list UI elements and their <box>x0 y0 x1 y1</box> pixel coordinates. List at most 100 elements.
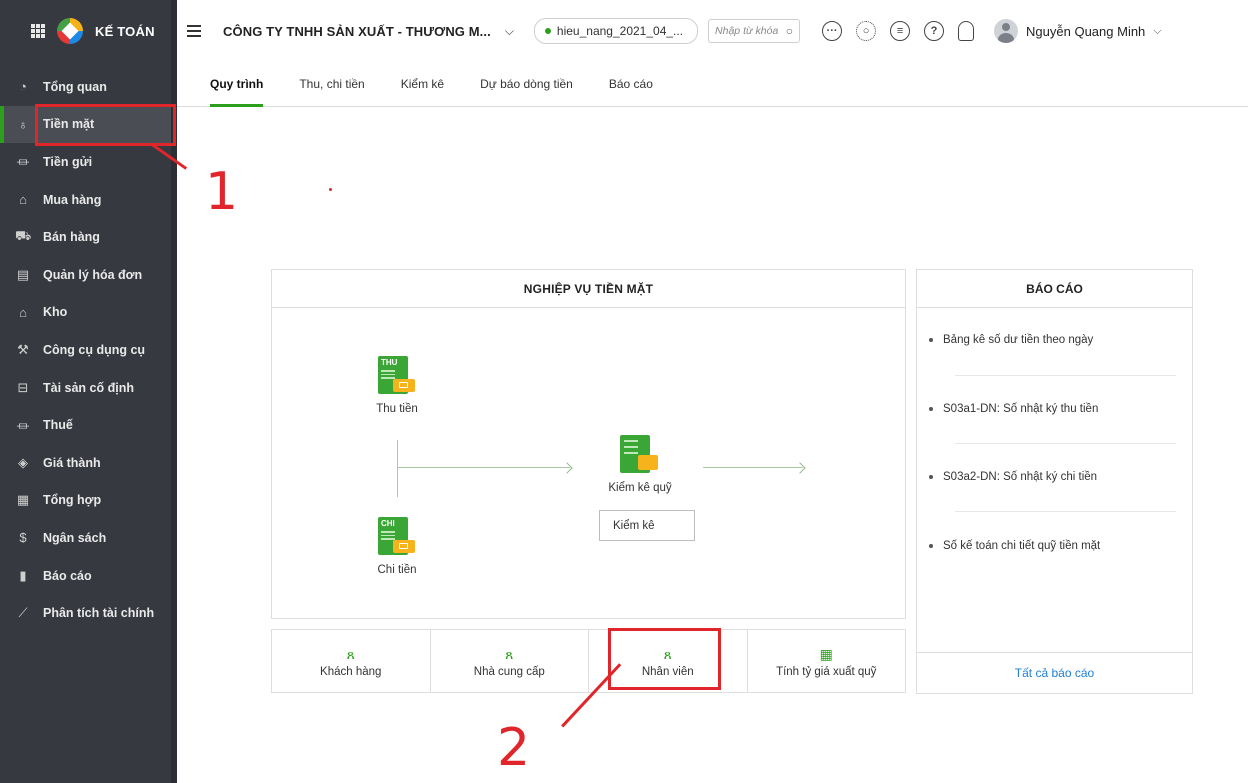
bank-icon: ⏛ <box>16 155 30 171</box>
payment-tag: CHI <box>381 519 395 528</box>
summary-icon: ▦ <box>16 492 30 508</box>
sidebar-item-label: Tiền gửi <box>43 154 93 169</box>
database-name: hieu_nang_2021_04_... <box>556 24 684 38</box>
sidebar-item-tong-quan[interactable]: ◔ Tổng quan <box>0 68 171 106</box>
tab-quy-trinh[interactable]: Quy trình <box>210 62 264 107</box>
logo-bar: KẾ TOÁN <box>0 0 171 62</box>
report-item[interactable]: S03a1-DN: Số nhật ký thu tiền <box>929 403 1176 415</box>
sidebar-item-bao-cao[interactable]: ▮ Báo cáo <box>0 557 171 595</box>
company-name[interactable]: CÔNG TY TNHH SẢN XUẤT - THƯƠNG M... <box>223 24 491 39</box>
sidebar-item-phan-tich-tai-chinh[interactable]: ⟋ Phân tích tài chính <box>0 594 171 632</box>
report-panel-title: BÁO CÁO <box>917 270 1192 308</box>
shortcut-label: Nhà cung cấp <box>473 665 545 678</box>
shortcut-nha-cung-cap[interactable]: ጸ Nhà cung cấp <box>431 630 589 692</box>
flow-connector <box>397 440 398 497</box>
sidebar-item-tong-hop[interactable]: ▦ Tổng hợp <box>0 482 171 520</box>
tab-thu-chi-tien[interactable]: Thu, chi tiền <box>299 62 364 106</box>
search-icon[interactable]: ○ <box>786 24 793 38</box>
kiem-ke-quy-label[interactable]: Kiểm kê quỹ <box>590 482 690 494</box>
line-chart-icon: ⟋ <box>18 605 28 621</box>
sidebar-item-label: Giá thành <box>43 455 101 470</box>
customer-icon: ጸ <box>346 645 355 662</box>
sidebar-item-label: Ngân sách <box>43 530 107 545</box>
shopping-bag-icon: ⌂ <box>19 192 27 208</box>
thu-tien-label[interactable]: Thu tiền <box>362 403 432 415</box>
chat-icon[interactable]: ≡ <box>890 21 911 41</box>
tax-icon: ⏛ <box>16 418 30 434</box>
budget-icon: $ <box>19 530 27 546</box>
tab-du-bao-dong-tien[interactable]: Dự báo dòng tiền <box>480 62 573 106</box>
report-item-label: S03a1-DN: Số nhật ký thu tiền <box>943 403 1099 415</box>
money-bag-icon: ♁ <box>18 116 28 132</box>
shortcut-tinh-ty-gia[interactable]: ▦ Tính tỷ giá xuất quỹ <box>748 630 906 692</box>
price-tag-icon: ◈ <box>18 454 28 470</box>
sidebar-item-label: Kho <box>43 305 68 320</box>
chevron-down-icon[interactable]: ⌵ <box>505 24 514 39</box>
header-icons: ··· ○ ≡ ? <box>822 21 975 41</box>
report-item[interactable]: Bảng kê số dư tiền theo ngày <box>929 334 1176 346</box>
annotation-dot <box>329 188 332 191</box>
supplier-icon: ጸ <box>505 645 514 662</box>
top-header: CÔNG TY TNHH SẢN XUẤT - THƯƠNG M... ⌵ hi… <box>177 0 1248 62</box>
flow-line-left <box>397 467 570 468</box>
shortcut-label: Khách hàng <box>320 665 382 678</box>
tab-bao-cao[interactable]: Báo cáo <box>609 62 653 106</box>
highlight-box-tien-mat <box>35 104 176 146</box>
help-icon[interactable]: ? <box>924 21 945 41</box>
database-selector[interactable]: hieu_nang_2021_04_... <box>533 18 699 44</box>
app-grid-icon[interactable] <box>31 24 45 38</box>
sidebar-item-label: Bán hàng <box>43 230 100 245</box>
sidebar-item-ngan-sach[interactable]: $ Ngân sách <box>0 519 171 557</box>
annotation-number-1: 1 <box>205 162 239 222</box>
bar-chart-icon: ▮ <box>19 567 27 583</box>
more-icon[interactable]: ··· <box>822 21 843 41</box>
divider <box>955 511 1176 512</box>
tab-kiem-ke[interactable]: Kiểm kê <box>401 62 444 106</box>
sidebar-item-mua-hang[interactable]: ⌂ Mua hàng <box>0 181 171 219</box>
user-name: Nguyễn Quang Minh <box>1026 23 1146 39</box>
report-item-label: S03a2-DN: Số nhật ký chi tiền <box>943 471 1098 483</box>
shortcut-row: ጸ Khách hàng ጸ Nhà cung cấp ጸ Nhân viên … <box>271 629 906 693</box>
sidebar-item-tai-san-co-dinh[interactable]: ⊟ Tài sản cố định <box>0 369 171 407</box>
warehouse-icon: ⌂ <box>19 304 27 320</box>
report-item[interactable]: Số kế toán chi tiết quỹ tiền mặt <box>929 540 1176 552</box>
divider <box>955 375 1176 376</box>
sidebar-item-quan-ly-hoa-don[interactable]: ▤ Quản lý hóa đơn <box>0 256 171 294</box>
chi-tien-label[interactable]: Chi tiền <box>362 564 432 576</box>
all-reports-link[interactable]: Tất cả báo cáo <box>917 652 1192 693</box>
sidebar-item-tien-gui[interactable]: ⏛ Tiền gửi <box>0 143 171 181</box>
shortcut-khach-hang[interactable]: ጸ Khách hàng <box>272 630 431 692</box>
sidebar-item-label: Báo cáo <box>43 568 92 583</box>
sidebar-nav: ◔ Tổng quan ♁ Tiền mặt ⏛ Tiền gửi ⌂ Mua hàng… <box>0 68 171 632</box>
receipt-icon[interactable]: THU <box>378 356 415 394</box>
bell-icon[interactable] <box>958 21 975 41</box>
avatar <box>994 19 1019 43</box>
payment-icon[interactable]: CHI <box>378 517 415 555</box>
sidebar-item-cong-cu-dung-cu[interactable]: ⚒ Công cụ dụng cụ <box>0 331 171 369</box>
calculator-icon: ▦ <box>819 645 833 662</box>
sidebar-item-label: Tài sản cố định <box>43 380 134 395</box>
report-item-label: Số kế toán chi tiết quỹ tiền mặt <box>943 540 1101 552</box>
sidebar-item-ban-hang[interactable]: ⛟ Bán hàng <box>0 218 171 256</box>
checklist-icon[interactable] <box>620 435 658 473</box>
user-menu[interactable]: Nguyễn Quang Minh ⌵ <box>994 19 1162 43</box>
kiem-ke-button[interactable]: Kiểm kê <box>599 510 695 541</box>
sidebar-item-kho[interactable]: ⌂ Kho <box>0 294 171 332</box>
gauge-icon: ◔ <box>19 79 27 95</box>
cart-icon: ⛟ <box>15 228 32 244</box>
process-panel-title: NGHIỆP VỤ TIỀN MẶT <box>272 270 905 308</box>
menu-icon[interactable] <box>187 22 201 40</box>
sidebar-item-gia-thanh[interactable]: ◈ Giá thành <box>0 444 171 482</box>
sidebar-item-label: Mua hàng <box>43 192 102 207</box>
search-input[interactable]: Nhập từ khóa ○ <box>708 19 801 43</box>
sidebar-item-label: Thuế <box>43 418 73 433</box>
sidebar-item-thue[interactable]: ⏛ Thuế <box>0 406 171 444</box>
invoice-icon: ▤ <box>16 266 30 282</box>
tools-icon: ⚒ <box>17 341 29 357</box>
gear-icon[interactable]: ○ <box>856 21 877 41</box>
receipt-tag: THU <box>381 358 398 367</box>
flow-line-right <box>703 467 803 468</box>
tab-bar: Quy trình Thu, chi tiền Kiểm kê Dự báo d… <box>177 62 1248 107</box>
search-placeholder: Nhập từ khóa <box>715 25 779 37</box>
report-item[interactable]: S03a2-DN: Số nhật ký chi tiền <box>929 471 1176 483</box>
